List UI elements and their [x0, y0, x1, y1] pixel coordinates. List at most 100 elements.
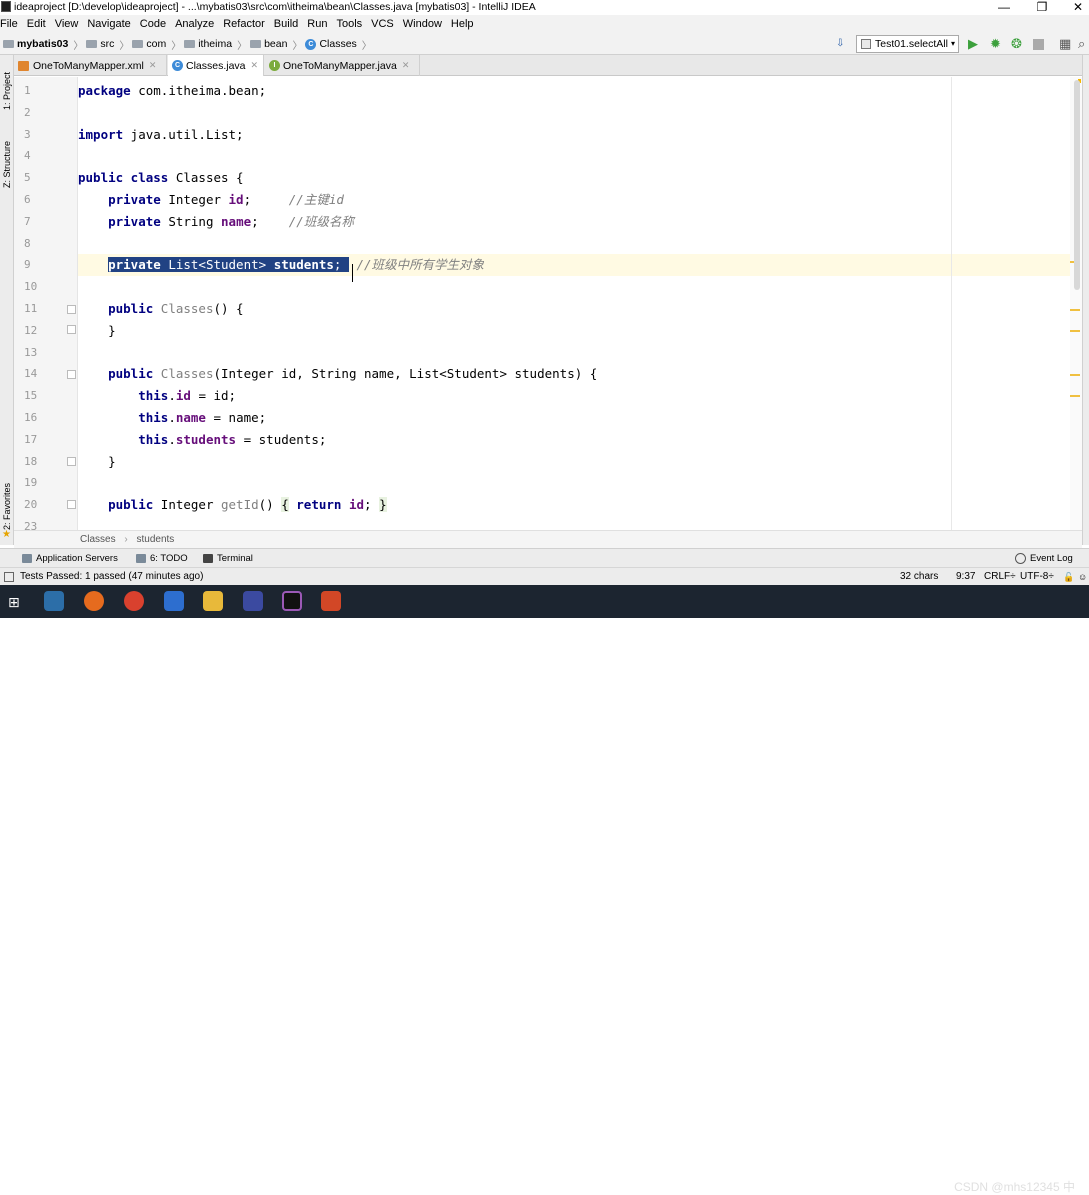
breadcrumb-classes[interactable]: Classes	[80, 534, 116, 545]
crumb-src[interactable]: src	[86, 33, 114, 55]
stop-icon[interactable]	[1033, 39, 1044, 50]
xml-file-icon	[18, 60, 29, 71]
crumb-project[interactable]: mybatis03	[3, 33, 68, 55]
menu-navigate[interactable]: Navigate	[87, 15, 130, 33]
vertical-scrollbar[interactable]	[1074, 80, 1080, 290]
tab-close-icon[interactable]: ✕	[149, 60, 157, 71]
title-bar: ideaproject [D:\develop\ideaproject] - .…	[0, 0, 1089, 15]
status-message[interactable]: Tests Passed: 1 passed (47 minutes ago)	[20, 568, 203, 586]
tool-project[interactable]: 1: Project	[0, 61, 14, 121]
file-explorer-icon[interactable]	[203, 591, 223, 611]
tool-favorites[interactable]: 2: Favorites	[0, 475, 14, 537]
breadcrumb-students[interactable]: students	[136, 534, 174, 545]
tool-label: Terminal	[217, 553, 253, 564]
intellij-app-icon	[1, 1, 11, 12]
tab-classes-java[interactable]: C Classes.java ✕	[168, 55, 264, 76]
windows-start-icon[interactable]: ⊞	[8, 594, 20, 611]
code-editor[interactable]: package com.itheima.bean; import java.ut…	[78, 77, 1082, 530]
folded-brace[interactable]: {	[281, 497, 289, 513]
line-number: 13	[24, 345, 38, 359]
firefox-icon[interactable]	[84, 591, 104, 611]
debug-icon[interactable]: ✹	[990, 36, 1001, 52]
project-structure-icon[interactable]: ▦	[1059, 36, 1071, 52]
file-encoding[interactable]: UTF-8÷	[1020, 568, 1054, 586]
tool-event-log[interactable]: Event Log	[1015, 549, 1073, 568]
run-configuration-select[interactable]: Test01.selectAll ▾	[856, 35, 959, 53]
left-tool-stripe: 1: Project Z: Structure 2: Favorites ★	[0, 55, 14, 545]
menu-analyze[interactable]: Analyze	[175, 15, 214, 33]
line-separator[interactable]: CRLF÷	[984, 568, 1016, 586]
line-number: 19	[24, 476, 38, 490]
crumb-itheima[interactable]: itheima	[184, 33, 232, 55]
folder-icon	[184, 40, 196, 48]
fold-marker-icon[interactable]	[67, 305, 76, 314]
crumb-bean[interactable]: bean	[250, 33, 287, 55]
menu-edit[interactable]: Edit	[27, 15, 46, 33]
crumb-com[interactable]: com	[132, 33, 166, 55]
field-name: id	[348, 497, 365, 513]
lock-icon[interactable]: 🔓	[1063, 568, 1074, 586]
status-bar: Tests Passed: 1 passed (47 minutes ago) …	[0, 567, 1089, 585]
menu-build[interactable]: Build	[274, 15, 298, 33]
crumb-project-label: mybatis03	[17, 38, 69, 50]
maximize-button[interactable]: ❐	[1035, 0, 1049, 14]
tool-application-servers[interactable]: Application Servers	[22, 549, 118, 568]
toggle-tool-windows-icon[interactable]	[4, 572, 14, 582]
todo-icon	[136, 554, 146, 563]
crumb-classes[interactable]: C Classes	[305, 33, 357, 55]
text-selection[interactable]: private List<Student> students;	[108, 257, 349, 273]
tool-todo[interactable]: 6: TODO	[136, 549, 188, 568]
chrome-icon[interactable]	[124, 591, 144, 611]
warning-marker[interactable]	[1070, 395, 1080, 397]
code-text: ;	[364, 497, 380, 513]
tab-onetomanymapper-java[interactable]: I OneToManyMapper.java ✕	[265, 55, 420, 76]
expand-fold-icon[interactable]	[67, 500, 76, 509]
code-text: ;	[243, 192, 252, 207]
menu-code[interactable]: Code	[140, 15, 166, 33]
menu-vcs[interactable]: VCS	[371, 15, 394, 33]
fold-marker-icon[interactable]	[67, 370, 76, 379]
menu-tools[interactable]: Tools	[336, 15, 362, 33]
line-number: 2	[24, 105, 31, 119]
menu-window[interactable]: Window	[403, 15, 442, 33]
folded-brace[interactable]: }	[379, 497, 387, 513]
line-number: 20	[24, 498, 38, 512]
run-icon[interactable]: ▶	[968, 36, 978, 52]
close-button[interactable]: ✕	[1071, 0, 1085, 14]
line-number: 14	[24, 367, 38, 381]
line-number: 12	[24, 323, 38, 337]
tab-close-icon[interactable]: ✕	[402, 60, 410, 71]
warning-marker[interactable]	[1070, 374, 1080, 376]
tab-close-icon[interactable]: ✕	[251, 60, 259, 71]
hector-icon[interactable]: ☺	[1078, 568, 1087, 586]
app-icon[interactable]	[164, 591, 184, 611]
tab-onetomanymapper-xml[interactable]: OneToManyMapper.xml ✕	[14, 55, 167, 76]
editor-tab-bar: OneToManyMapper.xml ✕ C Classes.java ✕ I…	[14, 55, 1089, 76]
right-margin-guide	[951, 77, 952, 530]
folder-icon	[132, 40, 144, 48]
menu-file[interactable]: File	[0, 15, 18, 33]
search-icon[interactable]: ⌕	[1078, 36, 1085, 52]
warning-marker[interactable]	[1070, 309, 1080, 311]
warning-marker[interactable]	[1070, 330, 1080, 332]
tool-terminal[interactable]: Terminal	[203, 549, 253, 568]
tool-structure[interactable]: Z: Structure	[0, 133, 14, 195]
fold-marker-icon[interactable]	[67, 457, 76, 466]
sort-down-icon[interactable]: ⇩	[836, 36, 844, 52]
powerpoint-icon[interactable]	[321, 591, 341, 611]
menu-view[interactable]: View	[55, 15, 79, 33]
crumb-separator-icon: 〉	[237, 40, 248, 52]
interface-icon: I	[269, 60, 280, 71]
intellij-taskbar-icon[interactable]	[282, 591, 302, 611]
code-text: Integer	[160, 192, 229, 207]
app-icon[interactable]	[44, 591, 64, 611]
menu-refactor[interactable]: Refactor	[223, 15, 265, 33]
menu-run[interactable]: Run	[307, 15, 327, 33]
fold-marker-icon[interactable]	[67, 325, 76, 334]
caret-position[interactable]: 9:37	[956, 568, 975, 586]
tab-label: Classes.java	[186, 59, 246, 72]
coverage-icon[interactable]: ❂	[1011, 36, 1022, 52]
menu-help[interactable]: Help	[451, 15, 474, 33]
minimize-button[interactable]: —	[997, 0, 1011, 14]
app-icon[interactable]	[243, 591, 263, 611]
